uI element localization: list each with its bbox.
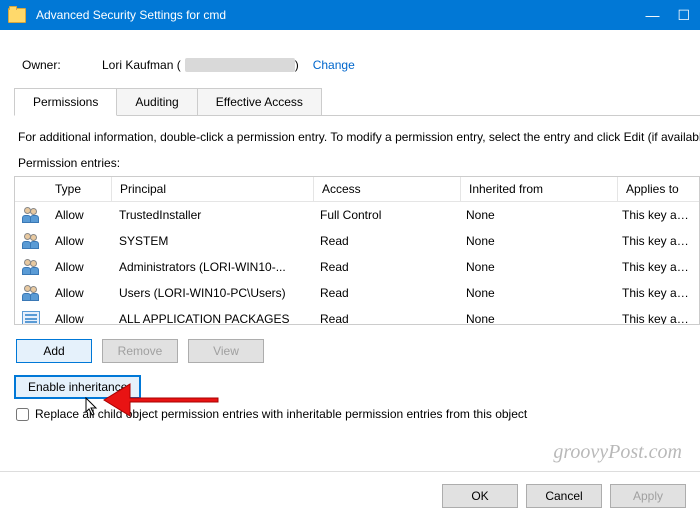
tab-strip: Permissions Auditing Effective Access: [14, 88, 700, 116]
replace-checkbox-label: Replace all child object permission entr…: [35, 407, 527, 421]
window-title: Advanced Security Settings for cmd: [36, 8, 645, 22]
tab-effective-access[interactable]: Effective Access: [197, 88, 322, 115]
grid-header: Type Principal Access Inherited from App…: [15, 177, 699, 202]
table-row[interactable]: AllowALL APPLICATION PACKAGESReadNoneThi…: [15, 306, 699, 324]
enable-inheritance-button[interactable]: Enable inheritance: [14, 375, 141, 399]
col-type[interactable]: Type: [47, 177, 112, 201]
group-icon: [22, 233, 40, 249]
col-access[interactable]: Access: [314, 177, 461, 201]
tab-auditing[interactable]: Auditing: [116, 88, 197, 115]
change-owner-link[interactable]: Change: [313, 58, 355, 72]
owner-row: Owner: Lori Kaufman ( ) Change: [22, 58, 700, 72]
watermark: groovyPost.com: [553, 441, 682, 464]
folder-icon: [8, 8, 26, 23]
table-row[interactable]: AllowSYSTEMReadNoneThis key and subkeys: [15, 228, 699, 254]
permission-grid: Type Principal Access Inherited from App…: [14, 176, 700, 325]
advanced-security-window: Advanced Security Settings for cmd — ☐ O…: [0, 0, 700, 520]
content-area: Owner: Lori Kaufman ( ) Change Permissio…: [0, 30, 700, 520]
tab-permissions[interactable]: Permissions: [14, 88, 117, 116]
maximize-icon[interactable]: ☐: [677, 8, 690, 22]
col-applies[interactable]: Applies to: [618, 177, 699, 201]
apply-button: Apply: [610, 484, 686, 508]
col-inherited[interactable]: Inherited from: [461, 177, 618, 201]
owner-name: Lori Kaufman ( ): [102, 58, 299, 72]
table-row[interactable]: AllowAdministrators (LORI-WIN10-...ReadN…: [15, 254, 699, 280]
group-icon: [22, 259, 40, 275]
ok-button[interactable]: OK: [442, 484, 518, 508]
replace-checkbox-row: Replace all child object permission entr…: [16, 407, 700, 421]
owner-label: Owner:: [22, 58, 102, 72]
table-row[interactable]: AllowTrustedInstallerFull ControlNoneThi…: [15, 202, 699, 228]
remove-button: Remove: [102, 339, 178, 363]
grid-body[interactable]: AllowTrustedInstallerFull ControlNoneThi…: [15, 202, 699, 324]
group-icon: [22, 285, 40, 301]
dialog-footer: OK Cancel Apply: [0, 471, 700, 520]
col-principal[interactable]: Principal: [112, 177, 314, 201]
group-icon: [22, 207, 40, 223]
cancel-button[interactable]: Cancel: [526, 484, 602, 508]
titlebar: Advanced Security Settings for cmd — ☐: [0, 0, 700, 30]
add-button[interactable]: Add: [16, 339, 92, 363]
permission-entries-label: Permission entries:: [18, 156, 700, 170]
entry-buttons: Add Remove View: [16, 339, 700, 363]
minimize-icon[interactable]: —: [645, 8, 659, 22]
window-controls: — ☐: [645, 8, 690, 22]
view-button: View: [188, 339, 264, 363]
info-text: For additional information, double-click…: [18, 130, 700, 144]
package-icon: [22, 311, 40, 324]
redacted-text: [185, 58, 295, 72]
table-row[interactable]: AllowUsers (LORI-WIN10-PC\Users)ReadNone…: [15, 280, 699, 306]
replace-checkbox[interactable]: [16, 408, 29, 421]
